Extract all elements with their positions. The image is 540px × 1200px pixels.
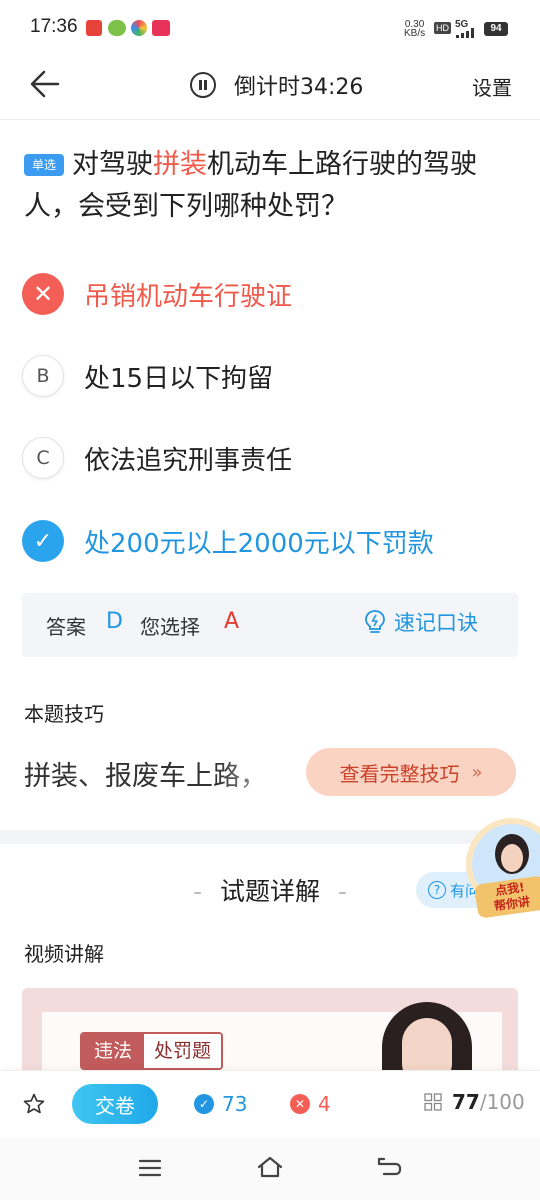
signal-icon <box>456 28 474 38</box>
quick-memo-button[interactable]: 速记口诀 <box>364 607 478 637</box>
view-full-skill-button[interactable]: 查看完整技巧 » <box>306 748 516 796</box>
video-tag-left: 违法 <box>82 1034 145 1068</box>
section-separator <box>0 830 540 844</box>
option-c[interactable]: C 依法追究刑事责任 <box>22 435 292 481</box>
status-time: 17:36 <box>30 16 78 37</box>
question-mark-icon: ? <box>428 881 446 899</box>
title-dash-left: - <box>192 877 202 906</box>
menu-icon[interactable] <box>138 1158 162 1178</box>
wrong-count[interactable]: ✕ 4 <box>290 1092 331 1116</box>
browser-icon <box>131 20 147 36</box>
option-c-label: 依法追究刑事责任 <box>84 445 293 476</box>
video-section-label: 视频讲解 <box>24 942 104 966</box>
option-d-check-icon: ✓ <box>22 520 64 562</box>
option-b[interactable]: B 处15日以下拘留 <box>22 353 273 399</box>
grid-icon <box>424 1093 442 1111</box>
title-dash-right: - <box>338 877 348 906</box>
settings-button[interactable]: 设置 <box>472 72 512 101</box>
back-nav-icon[interactable] <box>376 1156 402 1178</box>
question-text-before: 对驾驶 <box>72 149 154 180</box>
option-c-marker: C <box>22 437 64 479</box>
wechat-icon <box>108 20 126 36</box>
lightbulb-icon <box>365 610 385 633</box>
hd-icon: HD <box>434 22 451 34</box>
option-a-wrong-icon: ✕ <box>22 273 64 315</box>
total-questions: /100 <box>479 1090 525 1114</box>
video-thumbnail[interactable]: 违法 处罚题 <box>22 988 518 1078</box>
chosen-label: 您选择 <box>140 615 200 639</box>
detail-title-label: 试题详解 <box>219 877 320 906</box>
favorite-star-icon[interactable] <box>22 1092 46 1116</box>
red-app-icon <box>152 20 170 36</box>
correct-count-value: 73 <box>222 1092 248 1116</box>
battery-icon: 94 <box>484 22 508 36</box>
skill-title: 本题技巧 <box>24 702 104 726</box>
quick-memo-label: 速记口诀 <box>394 611 478 635</box>
option-a-label: 吊销机动车行驶证 <box>84 281 293 312</box>
back-arrow-icon[interactable] <box>28 64 64 104</box>
option-d[interactable]: ✓ 处200元以上2000元以下罚款 <box>22 518 434 564</box>
wrong-count-value: 4 <box>318 1092 331 1116</box>
chosen-value: A <box>224 609 240 634</box>
timer-label: 倒计时34:26 <box>234 75 364 100</box>
cross-icon: ✕ <box>290 1094 310 1114</box>
answer-box: 答案 D 您选择 A 速记口诀 <box>22 593 518 657</box>
skill-text-fade <box>218 748 308 798</box>
check-icon: ✓ <box>194 1094 214 1114</box>
question-highlight: 拼装 <box>153 149 208 180</box>
video-tag: 违法 处罚题 <box>80 1032 224 1070</box>
news-app-icon <box>86 20 102 36</box>
question-type-tag: 单选 <box>24 154 65 176</box>
view-full-skill-label: 查看完整技巧 <box>339 761 460 786</box>
status-bar: 17:36 0.30 KB/s HD 5G 94 <box>0 0 540 58</box>
answer-label: 答案 <box>46 615 86 639</box>
correct-count[interactable]: ✓ 73 <box>194 1092 247 1116</box>
network-speed-unit: KB/s <box>404 28 426 39</box>
video-tag-right: 处罚题 <box>144 1034 222 1068</box>
answer-value: D <box>106 609 123 634</box>
ai-assistant-avatar-button[interactable]: 点我! 帮你讲 <box>466 814 540 919</box>
current-question-number: 77 <box>452 1090 480 1114</box>
option-b-label: 处15日以下拘留 <box>84 363 274 394</box>
home-icon[interactable] <box>256 1155 284 1179</box>
network-speed: 0.30 KB/s <box>404 20 426 39</box>
presenter-face <box>402 1018 452 1078</box>
pause-icon[interactable] <box>190 72 216 98</box>
option-b-marker: B <box>22 355 64 397</box>
submit-exam-button[interactable]: 交卷 <box>72 1084 158 1124</box>
question-progress[interactable]: 77/100 <box>424 1090 525 1114</box>
question-text: 单选 对驾驶拼装机动车上路行驶的驾驶人，会受到下列哪种处罚？ <box>24 144 518 228</box>
header-divider <box>0 119 540 120</box>
double-chevron-icon: » <box>471 761 483 783</box>
option-d-label: 处200元以上2000元以下罚款 <box>84 528 434 559</box>
option-a[interactable]: ✕ 吊销机动车行驶证 <box>22 271 292 317</box>
system-navigation-bar <box>0 1138 540 1200</box>
countdown-timer[interactable]: 倒计时34:26 <box>190 70 363 100</box>
